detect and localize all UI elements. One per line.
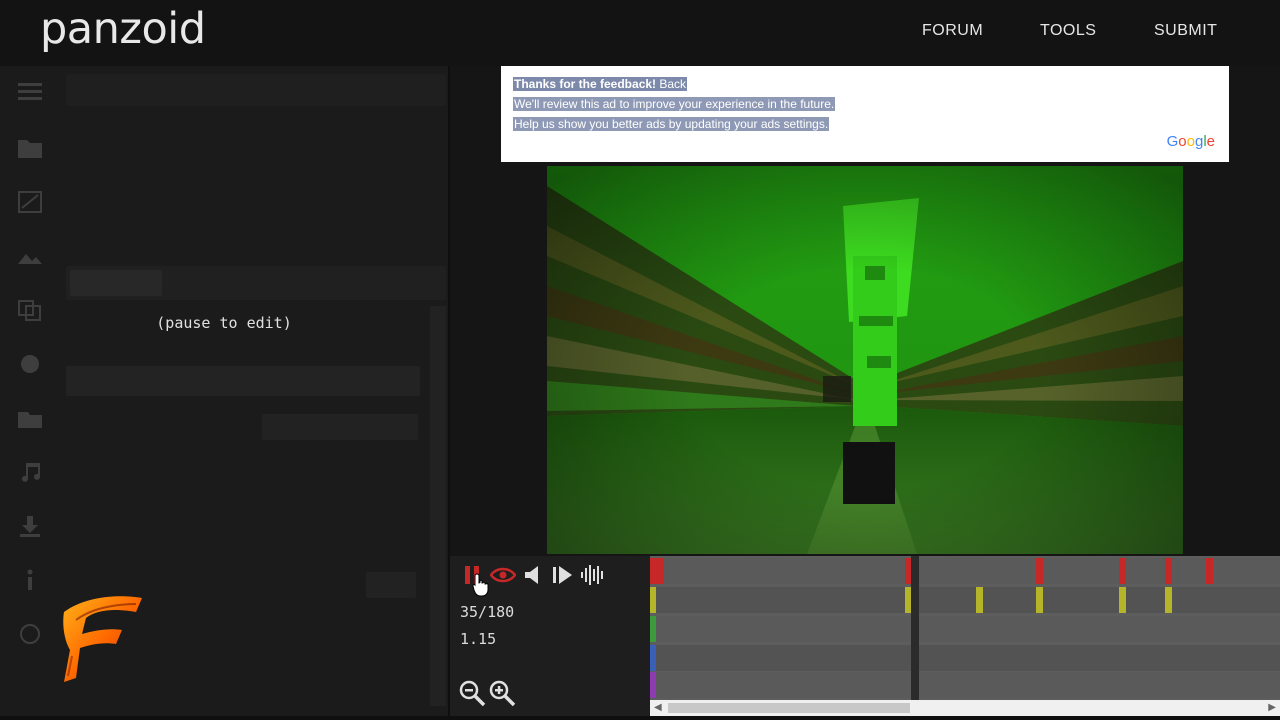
preview-render-image (547, 166, 1183, 554)
keyframe-marker-red[interactable] (1036, 558, 1043, 584)
ad-feedback-line2: We'll review this ad to improve your exp… (513, 97, 836, 111)
scroll-right-icon[interactable]: ▶ (1268, 702, 1276, 713)
editor-row-ghost (66, 366, 420, 396)
timeline-track-2[interactable] (650, 587, 1280, 613)
timeline-track-3[interactable] (650, 616, 1280, 642)
timeline-track-4[interactable] (650, 645, 1280, 671)
keyframe-marker-yellow[interactable] (1036, 587, 1043, 613)
nav-submit[interactable]: SUBMIT (1154, 22, 1217, 40)
mouse-cursor-icon (472, 573, 489, 597)
crop-icon[interactable] (16, 190, 44, 214)
zoom-in-icon[interactable] (488, 679, 516, 707)
layers-icon[interactable] (16, 298, 44, 322)
time-readout: 1.15 (460, 630, 497, 648)
keyframe-marker-yellow[interactable] (976, 587, 983, 613)
menu-icon[interactable] (16, 80, 44, 104)
next-frame-icon[interactable] (550, 564, 574, 586)
keyframe-marker-red[interactable] (1165, 558, 1172, 584)
google-logo: Google (1166, 133, 1215, 150)
editor-tab-ghost (70, 270, 162, 296)
pause-to-edit-message: (pause to edit) (156, 314, 292, 332)
folder-icon[interactable] (16, 136, 44, 160)
download-icon[interactable] (16, 514, 44, 538)
zoom-out-icon[interactable] (458, 679, 486, 707)
music-icon[interactable] (16, 460, 44, 484)
editor-select-ghost (262, 414, 418, 440)
ad-thanks-text: Thanks for the feedback! (514, 77, 657, 91)
timeline-scrollbar[interactable]: ◀ ▶ (650, 700, 1280, 716)
waveform-icon[interactable] (580, 564, 606, 586)
folder-2-icon[interactable] (16, 406, 44, 430)
video-preview[interactable] (547, 166, 1183, 554)
keyframe-marker-red[interactable] (1119, 558, 1126, 584)
timeline-track-5[interactable] (650, 672, 1280, 698)
timeline-track-color-tab (650, 645, 656, 671)
editor-button-ghost (366, 572, 416, 598)
timeline-track-color-tab (650, 587, 656, 613)
f-logo-watermark (63, 596, 142, 682)
nav-tools[interactable]: TOOLS (1040, 22, 1096, 40)
circle-icon[interactable] (16, 622, 44, 646)
eye-icon[interactable] (490, 564, 516, 586)
editor-scrollbar[interactable] (430, 306, 446, 706)
timeline-track-1[interactable] (650, 558, 1280, 584)
keyframe-marker-yellow[interactable] (1165, 587, 1172, 613)
timeline-playhead[interactable] (911, 556, 919, 700)
timeline-track-color-tab (650, 616, 656, 642)
shape-icon[interactable] (16, 352, 44, 376)
top-navbar: panzoid FORUM TOOLS SUBMIT (0, 0, 1280, 66)
nav-forum[interactable]: FORUM (922, 22, 983, 40)
timeline[interactable] (650, 556, 1280, 700)
keyframe-marker-yellow[interactable] (1119, 587, 1126, 613)
volume-icon[interactable] (522, 564, 544, 586)
scroll-left-icon[interactable]: ◀ (654, 702, 662, 713)
frame-counter: 35/180 (460, 603, 515, 621)
editor-icon-rail (0, 66, 58, 716)
keyframe-marker-red[interactable] (650, 558, 664, 584)
editor-header-ghost (66, 74, 446, 106)
image-icon[interactable] (16, 244, 44, 268)
ad-feedback-box: Thanks for the feedback! Back We'll revi… (501, 66, 1229, 162)
keyframe-marker-red[interactable] (1206, 558, 1213, 584)
ad-settings-link[interactable]: Help us show you better ads by updating … (513, 117, 830, 131)
timeline-scroll-thumb[interactable] (668, 703, 910, 713)
ad-back-link[interactable]: Back (659, 77, 686, 91)
info-icon[interactable] (16, 568, 44, 592)
panzoid-logo[interactable]: panzoid (40, 4, 206, 54)
timeline-track-color-tab (650, 672, 656, 698)
ad-feedback-line1: Thanks for the feedback! Back (513, 77, 688, 91)
